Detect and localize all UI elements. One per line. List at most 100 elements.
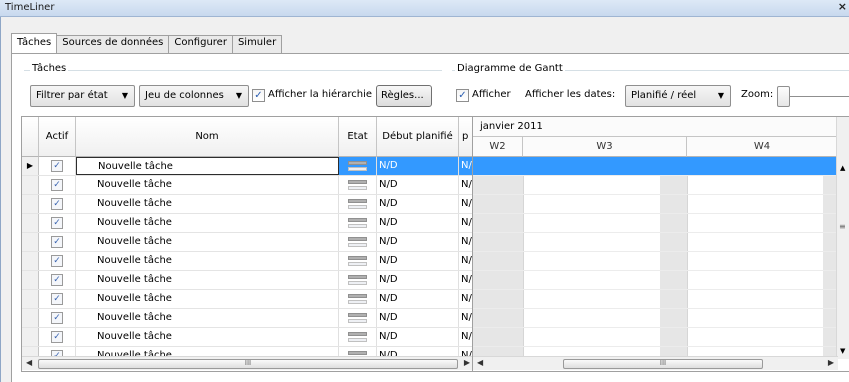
cell-debut-planifie[interactable]: N/D	[377, 252, 459, 270]
scroll-right-icon[interactable]: ▶	[828, 358, 834, 367]
row-selector[interactable]	[22, 214, 39, 232]
cell-actif: ✓	[39, 233, 76, 251]
cell-etat	[339, 214, 377, 232]
tab-simuler[interactable]: Simuler	[231, 35, 283, 53]
cell-etat	[339, 271, 377, 289]
cell-actif: ✓	[39, 290, 76, 308]
taches-group-border	[24, 70, 442, 71]
taches-group-label: Tâches	[30, 63, 69, 74]
cell-debut-planifie[interactable]: N/D	[377, 290, 459, 308]
column-set-dropdown[interactable]: Jeu de colonnes ▼	[139, 85, 249, 107]
cell-debut-planifie[interactable]: N/D	[377, 214, 459, 232]
cell-debut-planifie[interactable]: N/D	[377, 309, 459, 327]
cell-etat	[339, 195, 377, 213]
cell-debut-planifie[interactable]: N/D	[377, 176, 459, 194]
active-checkbox[interactable]: ✓	[51, 160, 63, 172]
cell-nom[interactable]: Nouvelle tâche	[76, 195, 339, 213]
grid-scroll-thumb[interactable]: III	[38, 359, 458, 369]
table-row[interactable]: ✓Nouvelle tâcheN/DN/	[22, 214, 474, 233]
gantt-vertical-scrollbar[interactable]: ▲ ≡ ▼	[836, 117, 849, 359]
row-selector[interactable]	[22, 233, 39, 251]
scroll-left-icon[interactable]: ◀	[26, 358, 32, 367]
active-checkbox[interactable]: ✓	[51, 274, 63, 286]
scroll-down-icon[interactable]: ▼	[840, 347, 845, 355]
zoom-slider-thumb[interactable]	[777, 86, 790, 107]
window-titlebar: TimeLiner ×	[0, 0, 849, 17]
table-row[interactable]: ✓Nouvelle tâcheN/DN/	[22, 290, 474, 309]
table-row[interactable]: ▶ ✓ Nouvelle tâche N/D N/	[22, 157, 474, 176]
table-row[interactable]: ✓Nouvelle tâcheN/DN/	[22, 233, 474, 252]
table-row[interactable]: ✓Nouvelle tâcheN/DN/	[22, 176, 474, 195]
tab-sources-de-donnees[interactable]: Sources de données	[56, 35, 170, 53]
gantt-row-line	[473, 213, 838, 214]
chevron-down-icon: ▼	[235, 91, 242, 100]
filter-by-state-dropdown[interactable]: Filtrer par état ▼	[30, 85, 135, 107]
scroll-grip-icon[interactable]: ≡	[839, 222, 846, 231]
tab-taches[interactable]: Tâches	[11, 33, 58, 53]
cell-nom[interactable]: Nouvelle tâche	[76, 309, 339, 327]
scroll-right-icon[interactable]: ▶	[464, 358, 470, 367]
cell-nom[interactable]: Nouvelle tâche	[76, 290, 339, 308]
row-selector[interactable]	[22, 290, 39, 308]
show-gantt-checkbox[interactable]: ✓	[456, 89, 469, 102]
show-dates-label: Afficher les dates:	[525, 89, 616, 100]
zoom-slider-track[interactable]	[790, 96, 849, 97]
active-checkbox[interactable]: ✓	[51, 293, 63, 305]
active-checkbox[interactable]: ✓	[51, 312, 63, 324]
close-icon[interactable]: ×	[838, 0, 847, 13]
column-header-debut-planifie[interactable]: Début planifié	[377, 117, 459, 157]
table-row[interactable]: ✓Nouvelle tâcheN/DN/	[22, 309, 474, 328]
table-row[interactable]: ✓Nouvelle tâcheN/DN/	[22, 195, 474, 214]
cell-etat	[339, 290, 377, 308]
cell-debut-planifie[interactable]: N/D	[377, 328, 459, 346]
gantt-horizontal-scrollbar[interactable]: ◀ III ▶	[473, 356, 838, 370]
row-selector[interactable]	[22, 195, 39, 213]
cell-nom[interactable]: Nouvelle tâche	[76, 252, 339, 270]
cell-debut-planifie[interactable]: N/D	[377, 195, 459, 213]
tab-configurer[interactable]: Configurer	[168, 35, 233, 53]
table-row[interactable]: ✓Nouvelle tâcheN/DN/	[22, 271, 474, 290]
row-selector[interactable]	[22, 328, 39, 346]
active-checkbox[interactable]: ✓	[51, 331, 63, 343]
show-dates-dropdown[interactable]: Planifié / réel ▼	[625, 85, 731, 107]
cell-nom[interactable]: Nouvelle tâche	[76, 233, 339, 251]
column-header-etat[interactable]: Etat	[339, 117, 377, 157]
gantt-gridline	[523, 157, 524, 359]
row-selector[interactable]	[22, 176, 39, 194]
column-header-nom[interactable]: Nom	[76, 117, 339, 157]
status-actual-bar	[348, 186, 367, 190]
active-checkbox[interactable]: ✓	[51, 236, 63, 248]
row-selector[interactable]	[22, 271, 39, 289]
active-checkbox[interactable]: ✓	[51, 217, 63, 229]
row-selector[interactable]	[22, 309, 39, 327]
cell-actif: ✓	[39, 195, 76, 213]
cell-nom[interactable]: Nouvelle tâche	[76, 157, 339, 175]
column-header-actif[interactable]: Actif	[39, 117, 76, 157]
scroll-left-icon[interactable]: ◀	[477, 358, 483, 367]
scroll-up-icon[interactable]: ▲	[840, 164, 845, 172]
show-hierarchy-checkbox[interactable]: ✓	[252, 89, 265, 102]
active-checkbox[interactable]: ✓	[51, 179, 63, 191]
active-checkbox[interactable]: ✓	[51, 255, 63, 267]
rules-button[interactable]: Règles...	[376, 85, 432, 107]
cell-debut-planifie[interactable]: N/D	[377, 233, 459, 251]
show-gantt-label: Afficher	[472, 89, 511, 100]
gantt-row-line	[473, 289, 838, 290]
row-selector[interactable]	[22, 252, 39, 270]
row-header-corner	[22, 117, 39, 157]
table-row[interactable]: ✓Nouvelle tâcheN/DN/	[22, 328, 474, 347]
cell-etat	[339, 176, 377, 194]
cell-nom[interactable]: Nouvelle tâche	[76, 271, 339, 289]
cell-nom[interactable]: Nouvelle tâche	[76, 328, 339, 346]
active-checkbox[interactable]: ✓	[51, 198, 63, 210]
row-selector[interactable]: ▶	[22, 157, 39, 175]
cell-nom[interactable]: Nouvelle tâche	[76, 214, 339, 232]
cell-debut-planifie[interactable]: N/D	[377, 271, 459, 289]
gantt-chart: janvier 2011 W2 W3 W4 ▲ ≡ ▼ ◀ III ▶	[472, 116, 849, 372]
grid-horizontal-scrollbar[interactable]: ◀ III ▶	[22, 356, 474, 370]
cell-nom[interactable]: Nouvelle tâche	[76, 176, 339, 194]
cell-debut-planifie[interactable]: N/D	[377, 157, 459, 175]
gantt-week-w4: W4	[687, 137, 838, 157]
gantt-scroll-thumb[interactable]: III	[563, 359, 763, 369]
table-row[interactable]: ✓Nouvelle tâcheN/DN/	[22, 252, 474, 271]
